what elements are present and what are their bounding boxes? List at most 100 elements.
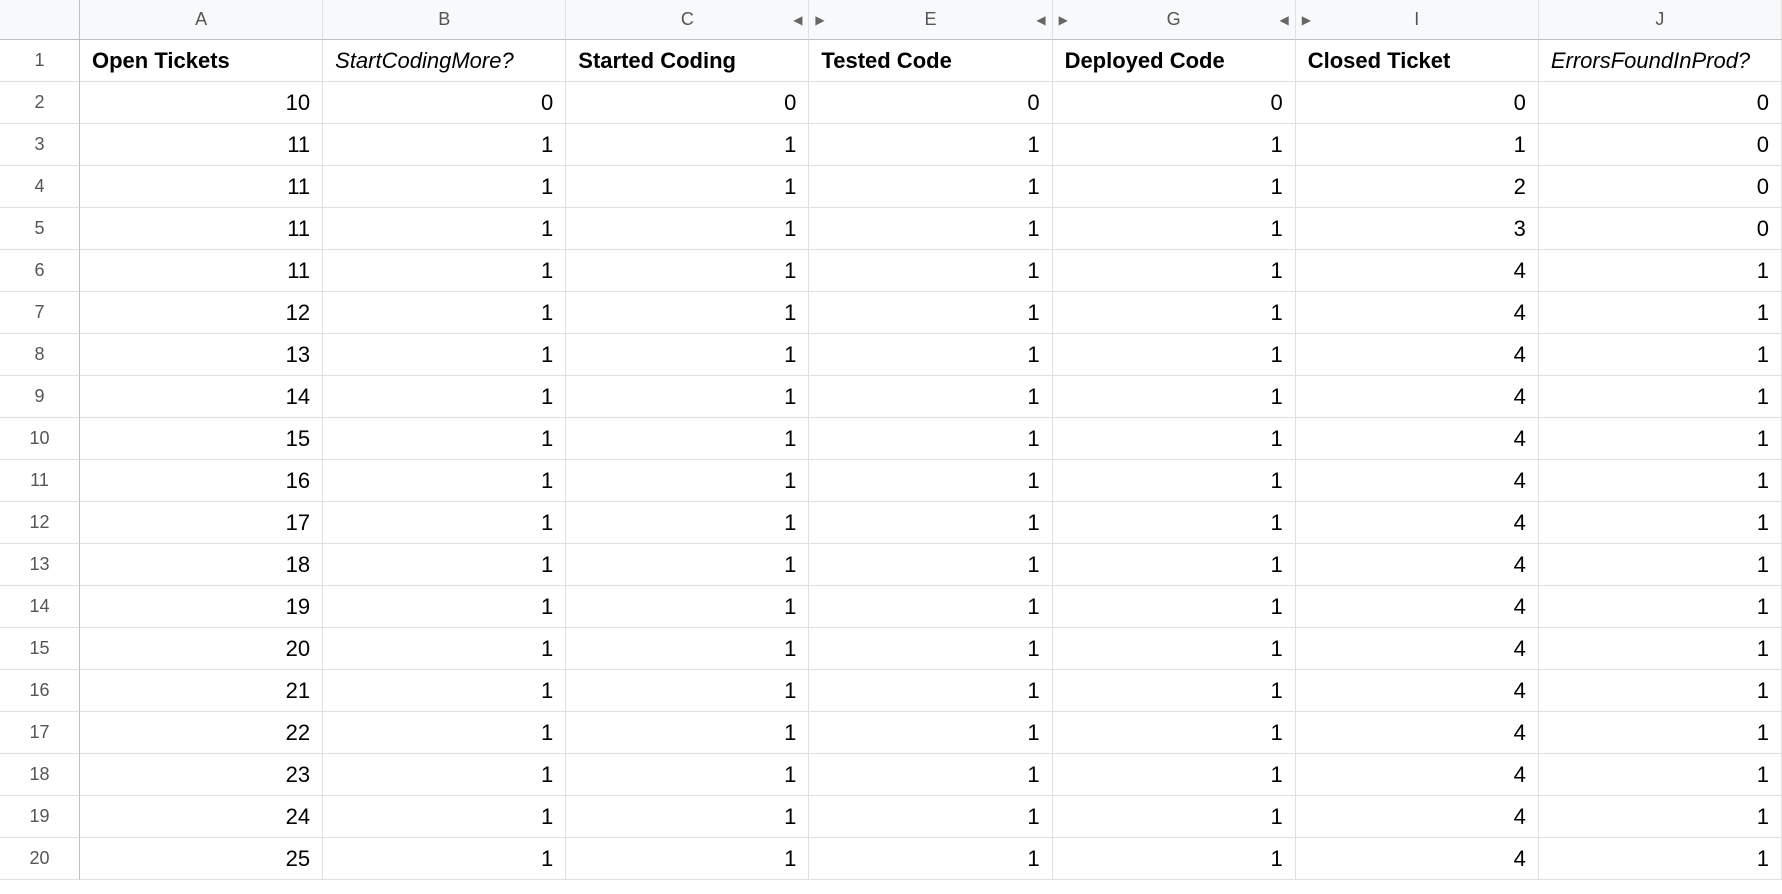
cell-J17[interactable]: 1 [1539, 712, 1782, 754]
cell-C10[interactable]: 1 [566, 418, 809, 460]
row-header-10[interactable]: 10 [0, 418, 80, 460]
cell-G15[interactable]: 1 [1053, 628, 1296, 670]
cell-C11[interactable]: 1 [566, 460, 809, 502]
cell-E20[interactable]: 1 [809, 838, 1052, 880]
cell-E10[interactable]: 1 [809, 418, 1052, 460]
cell-A15[interactable]: 20 [80, 628, 323, 670]
cell-J20[interactable]: 1 [1539, 838, 1782, 880]
cell-I20[interactable]: 4 [1296, 838, 1539, 880]
row-header-16[interactable]: 16 [0, 670, 80, 712]
cell-I8[interactable]: 4 [1296, 334, 1539, 376]
cell-I17[interactable]: 4 [1296, 712, 1539, 754]
cell-B2[interactable]: 0 [323, 82, 566, 124]
cell-B6[interactable]: 1 [323, 250, 566, 292]
cell-A12[interactable]: 17 [80, 502, 323, 544]
cell-E3[interactable]: 1 [809, 124, 1052, 166]
column-header-I[interactable]: ▶ I [1296, 0, 1539, 40]
cell-E4[interactable]: 1 [809, 166, 1052, 208]
cell-E18[interactable]: 1 [809, 754, 1052, 796]
cell-E9[interactable]: 1 [809, 376, 1052, 418]
row-header-1[interactable]: 1 [0, 40, 80, 82]
cell-C17[interactable]: 1 [566, 712, 809, 754]
cell-A5[interactable]: 11 [80, 208, 323, 250]
cell-I13[interactable]: 4 [1296, 544, 1539, 586]
cell-C16[interactable]: 1 [566, 670, 809, 712]
cell-E2[interactable]: 0 [809, 82, 1052, 124]
cell-I2[interactable]: 0 [1296, 82, 1539, 124]
cell-I12[interactable]: 4 [1296, 502, 1539, 544]
cell-I18[interactable]: 4 [1296, 754, 1539, 796]
cell-E8[interactable]: 1 [809, 334, 1052, 376]
row-header-20[interactable]: 20 [0, 838, 80, 880]
cell-E12[interactable]: 1 [809, 502, 1052, 544]
cell-E5[interactable]: 1 [809, 208, 1052, 250]
cell-G4[interactable]: 1 [1053, 166, 1296, 208]
cell-E19[interactable]: 1 [809, 796, 1052, 838]
cell-E11[interactable]: 1 [809, 460, 1052, 502]
cell-B5[interactable]: 1 [323, 208, 566, 250]
cell-B18[interactable]: 1 [323, 754, 566, 796]
cell-G3[interactable]: 1 [1053, 124, 1296, 166]
cell-G19[interactable]: 1 [1053, 796, 1296, 838]
cell-J7[interactable]: 1 [1539, 292, 1782, 334]
cell-A10[interactable]: 15 [80, 418, 323, 460]
cell-C13[interactable]: 1 [566, 544, 809, 586]
cell-B13[interactable]: 1 [323, 544, 566, 586]
cell-I10[interactable]: 4 [1296, 418, 1539, 460]
row-header-17[interactable]: 17 [0, 712, 80, 754]
cell-A6[interactable]: 11 [80, 250, 323, 292]
cell-C15[interactable]: 1 [566, 628, 809, 670]
cell-J16[interactable]: 1 [1539, 670, 1782, 712]
row-header-14[interactable]: 14 [0, 586, 80, 628]
collapse-arrow-right-icon[interactable]: ▶ [1302, 13, 1311, 27]
collapse-arrow-left-icon[interactable]: ◀ [793, 13, 802, 27]
cell-B11[interactable]: 1 [323, 460, 566, 502]
cell-B16[interactable]: 1 [323, 670, 566, 712]
cell-G7[interactable]: 1 [1053, 292, 1296, 334]
column-header-C[interactable]: C ◀ [566, 0, 809, 40]
cell-J19[interactable]: 1 [1539, 796, 1782, 838]
cell-B8[interactable]: 1 [323, 334, 566, 376]
row-header-3[interactable]: 3 [0, 124, 80, 166]
cell-E15[interactable]: 1 [809, 628, 1052, 670]
cell-J12[interactable]: 1 [1539, 502, 1782, 544]
cell-C7[interactable]: 1 [566, 292, 809, 334]
cell-B10[interactable]: 1 [323, 418, 566, 460]
cell-J2[interactable]: 0 [1539, 82, 1782, 124]
cell-G6[interactable]: 1 [1053, 250, 1296, 292]
cell-B1[interactable]: StartCodingMore? [323, 40, 566, 82]
cell-A9[interactable]: 14 [80, 376, 323, 418]
cell-J4[interactable]: 0 [1539, 166, 1782, 208]
cell-A1[interactable]: Open Tickets [80, 40, 323, 82]
row-header-19[interactable]: 19 [0, 796, 80, 838]
cell-G11[interactable]: 1 [1053, 460, 1296, 502]
cell-E16[interactable]: 1 [809, 670, 1052, 712]
cell-A3[interactable]: 11 [80, 124, 323, 166]
cell-A7[interactable]: 12 [80, 292, 323, 334]
row-header-11[interactable]: 11 [0, 460, 80, 502]
cell-G12[interactable]: 1 [1053, 502, 1296, 544]
cell-J15[interactable]: 1 [1539, 628, 1782, 670]
cell-J8[interactable]: 1 [1539, 334, 1782, 376]
cell-B3[interactable]: 1 [323, 124, 566, 166]
cell-E6[interactable]: 1 [809, 250, 1052, 292]
cell-A8[interactable]: 13 [80, 334, 323, 376]
cell-G18[interactable]: 1 [1053, 754, 1296, 796]
cell-I5[interactable]: 3 [1296, 208, 1539, 250]
cell-I11[interactable]: 4 [1296, 460, 1539, 502]
cell-A20[interactable]: 25 [80, 838, 323, 880]
cell-A11[interactable]: 16 [80, 460, 323, 502]
row-header-13[interactable]: 13 [0, 544, 80, 586]
cell-C14[interactable]: 1 [566, 586, 809, 628]
cell-B7[interactable]: 1 [323, 292, 566, 334]
cell-C2[interactable]: 0 [566, 82, 809, 124]
row-header-4[interactable]: 4 [0, 166, 80, 208]
select-all-corner[interactable] [0, 0, 80, 40]
cell-C20[interactable]: 1 [566, 838, 809, 880]
cell-I19[interactable]: 4 [1296, 796, 1539, 838]
row-header-15[interactable]: 15 [0, 628, 80, 670]
collapse-arrow-left-icon[interactable]: ◀ [1279, 13, 1288, 27]
cell-A17[interactable]: 22 [80, 712, 323, 754]
row-header-7[interactable]: 7 [0, 292, 80, 334]
cell-G9[interactable]: 1 [1053, 376, 1296, 418]
